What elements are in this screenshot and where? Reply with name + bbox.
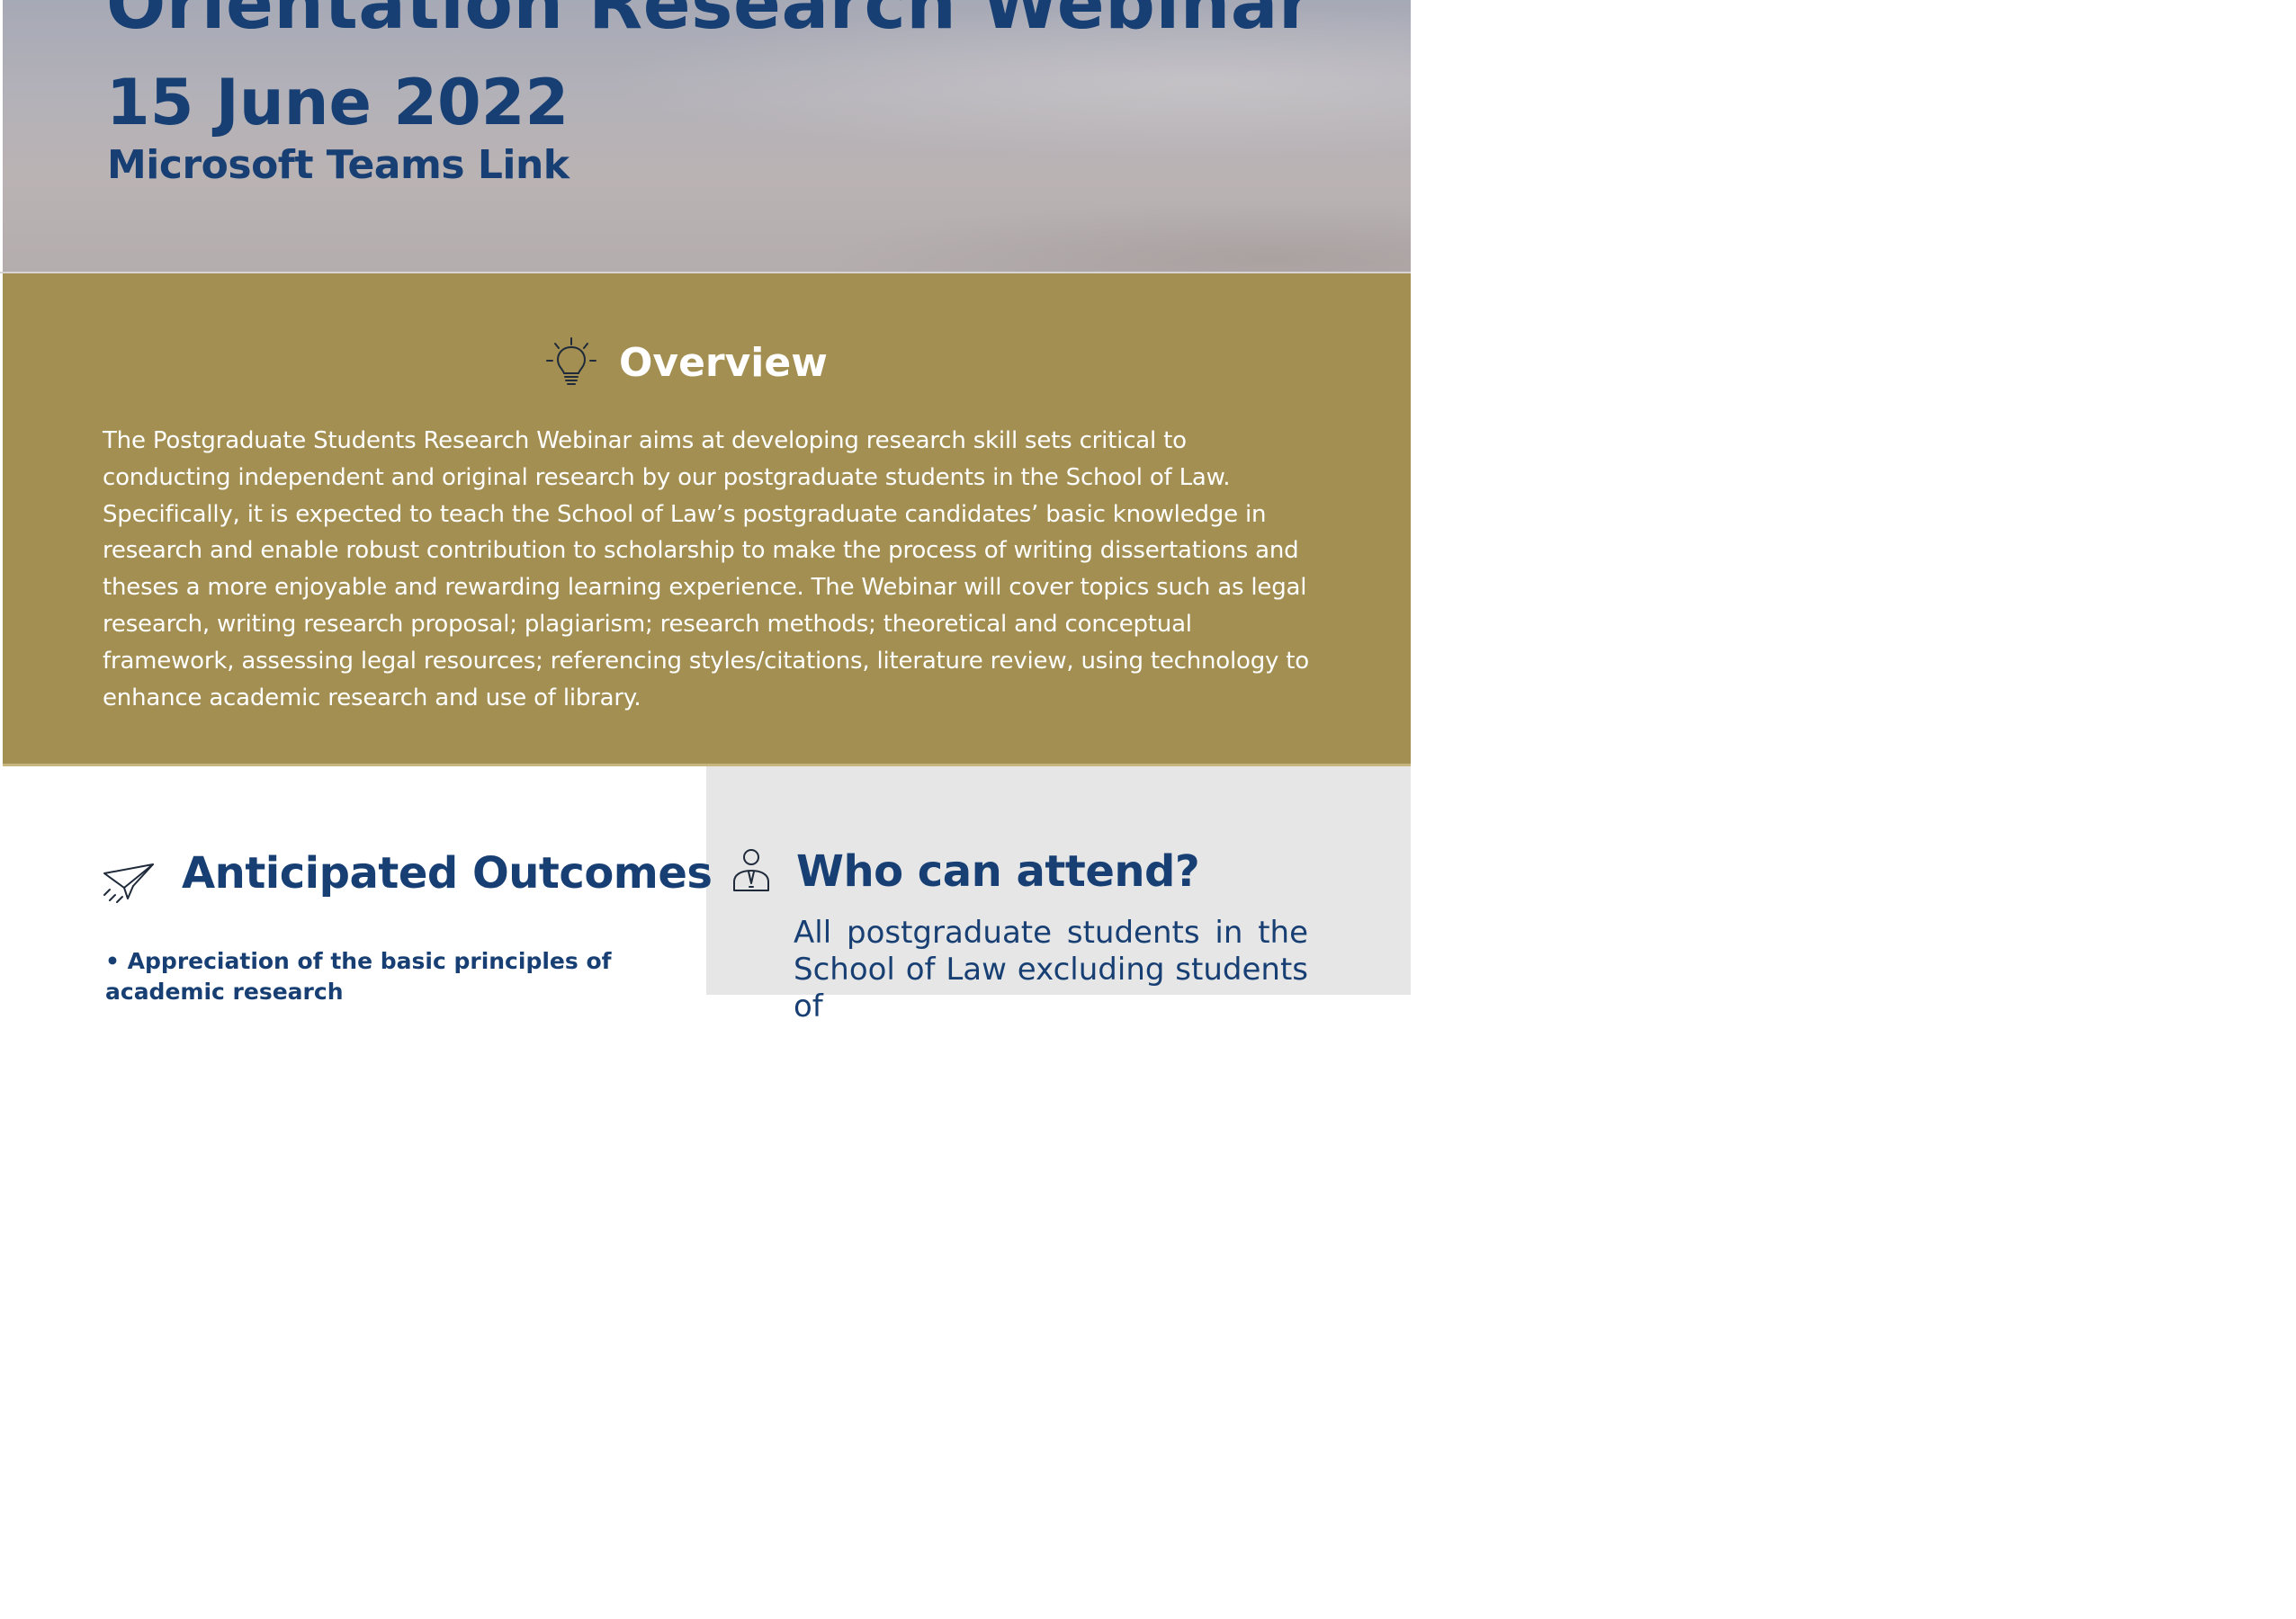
overview-text: The Postgraduate Students Research Webin… [103,427,1309,711]
paper-plane-icon [103,863,154,903]
teams-link[interactable]: Microsoft Teams Link [107,141,570,190]
webinar-date: 15 June 2022 [106,66,570,139]
lightbulb-icon [546,337,596,385]
webinar-title: Orientation Research Webinar [106,0,1314,45]
anticipated-outcomes-heading: Anticipated Outcomes [182,848,713,899]
overview-heading: Overview [619,340,828,386]
who-can-attend-heading: Who can attend? [796,846,1200,897]
outcome-item: • Appreciation of the basic principles o… [105,948,612,1005]
person-icon [733,849,769,891]
who-can-attend-text: All postgraduate students in the School … [794,915,1308,1024]
